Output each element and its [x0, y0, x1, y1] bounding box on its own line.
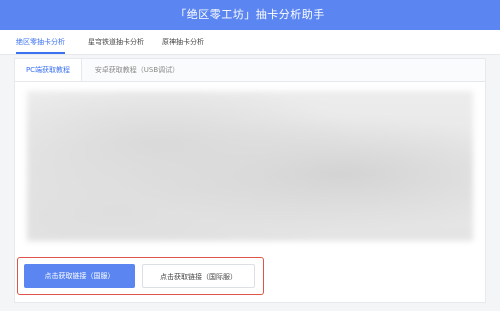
blurred-tutorial-image [27, 91, 473, 241]
tab-android-tutorial[interactable]: 安卓获取教程（USB调试） [87, 59, 187, 81]
main-tab-bar: 绝区零抽卡分析 星穹铁道抽卡分析 原神抽卡分析 [0, 30, 500, 55]
app-title: 「绝区零工坊」抽卡分析助手 [175, 8, 325, 21]
tab-pc-tutorial[interactable]: PC端获取教程 [15, 59, 82, 81]
tab-genshin-analysis[interactable]: 原神抽卡分析 [162, 30, 204, 54]
app-title-bar: 「绝区零工坊」抽卡分析助手 [0, 0, 500, 30]
tab-zzz-analysis[interactable]: 绝区零抽卡分析 [16, 30, 65, 54]
sub-tab-bar: PC端获取教程 安卓获取教程（USB调试） [15, 59, 485, 82]
get-link-global-button[interactable]: 点击获取链接（国际服） [142, 264, 255, 288]
tab-hsr-analysis[interactable]: 星穹铁道抽卡分析 [88, 30, 144, 54]
get-link-cn-button[interactable]: 点击获取链接（国服） [24, 264, 135, 288]
